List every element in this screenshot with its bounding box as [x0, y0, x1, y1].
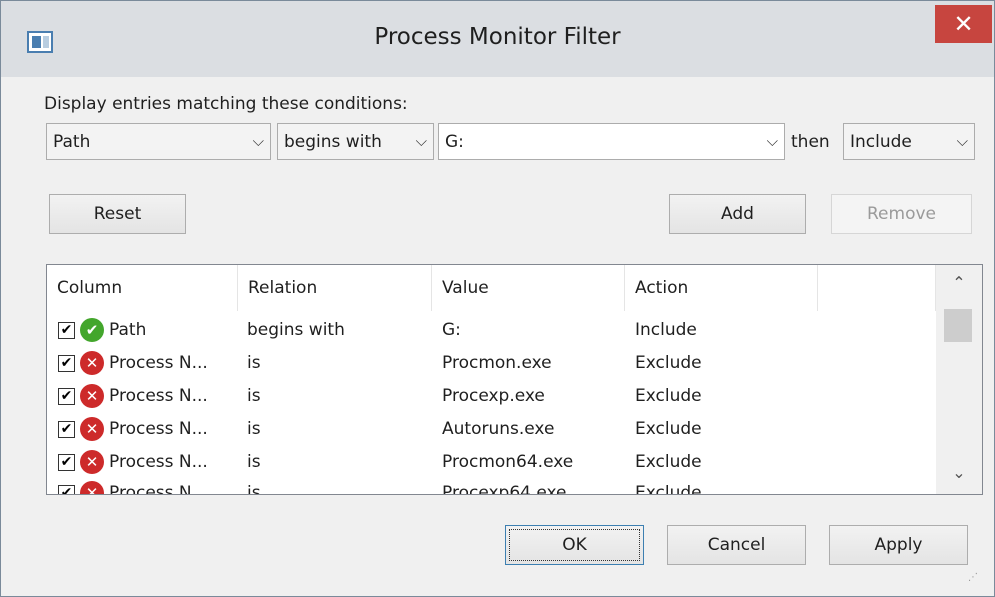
row-column: Process N...: [109, 452, 208, 472]
column-dropdown-value: Path: [53, 132, 91, 152]
row-value: Procexp.exe: [442, 386, 545, 406]
row-value: Procmon64.exe: [442, 452, 574, 472]
chevron-down-icon: ⌵: [415, 132, 427, 150]
window-title: Process Monitor Filter: [374, 24, 621, 50]
row-column: Process N...: [109, 419, 208, 439]
chevron-down-icon: ⌵: [252, 132, 264, 150]
column-header-column[interactable]: Column: [47, 265, 238, 311]
row-relation: is: [247, 419, 261, 439]
list-item[interactable]: ✔ ✕ Process N... is Autoruns.exe Exclude: [47, 414, 937, 447]
filter-list[interactable]: Column Relation Value Action ✔ ✔ Path be…: [46, 264, 983, 495]
scroll-down-icon[interactable]: ⌄: [936, 463, 982, 482]
title-bar[interactable]: Process Monitor Filter ✕: [1, 1, 994, 77]
column-dropdown[interactable]: Path ⌵: [46, 123, 271, 160]
row-action: Exclude: [635, 483, 702, 495]
value-combobox-text: G:: [445, 132, 464, 152]
scrollbar-thumb[interactable]: [944, 309, 972, 342]
relation-dropdown[interactable]: begins with ⌵: [277, 123, 434, 160]
focus-rectangle: [509, 529, 640, 561]
exclude-status-icon: ✕: [80, 481, 104, 494]
process-monitor-filter-dialog: Process Monitor Filter ✕ Display entries…: [0, 0, 995, 597]
then-label: then: [791, 132, 830, 152]
action-dropdown[interactable]: Include ⌵: [843, 123, 975, 160]
row-relation: is: [247, 452, 261, 472]
list-item[interactable]: ✔ ✔ Path begins with G: Include: [47, 315, 937, 348]
cancel-button[interactable]: Cancel: [667, 525, 806, 565]
row-column: Process N...: [109, 386, 208, 406]
ok-button[interactable]: OK: [505, 525, 644, 565]
column-header-relation[interactable]: Relation: [238, 265, 432, 311]
list-item[interactable]: ✔ ✕ Process N... is Procexp.exe Exclude: [47, 381, 937, 414]
row-value: Procmon.exe: [442, 353, 552, 373]
value-combobox[interactable]: G: ⌵: [438, 123, 785, 160]
checkbox-icon[interactable]: ✔: [58, 322, 75, 339]
checkbox-icon[interactable]: ✔: [58, 355, 75, 372]
apply-button[interactable]: Apply: [829, 525, 968, 565]
exclude-status-icon: ✕: [80, 450, 104, 474]
row-value: Procexp64.exe: [442, 483, 567, 495]
close-button[interactable]: ✕: [935, 5, 992, 43]
relation-dropdown-value: begins with: [284, 132, 382, 152]
row-column: Path: [109, 320, 147, 340]
resize-grip-icon[interactable]: ⋰: [968, 572, 982, 586]
row-value: Autoruns.exe: [442, 419, 555, 439]
reset-button[interactable]: Reset: [49, 194, 186, 234]
list-item[interactable]: ✔ ✕ Process N... is Procmon.exe Exclude: [47, 348, 937, 381]
checkbox-icon[interactable]: ✔: [58, 421, 75, 438]
row-relation: is: [247, 353, 261, 373]
row-column: Process N: [109, 483, 192, 495]
column-header-action[interactable]: Action: [625, 265, 818, 311]
row-relation: is: [247, 483, 261, 495]
checkbox-icon[interactable]: ✔: [58, 388, 75, 405]
remove-button[interactable]: Remove: [831, 194, 972, 234]
scroll-up-icon[interactable]: ⌃: [936, 273, 982, 292]
exclude-status-icon: ✕: [80, 351, 104, 375]
chevron-down-icon: ⌵: [956, 132, 968, 150]
row-action: Include: [635, 320, 697, 340]
checkbox-icon[interactable]: ✔: [58, 485, 75, 494]
dialog-body: Display entries matching these condition…: [9, 77, 986, 590]
row-action: Exclude: [635, 353, 702, 373]
list-item[interactable]: ✔ ✕ Process N is Procexp64.exe Exclude: [47, 478, 937, 495]
row-value: G:: [442, 320, 461, 340]
column-header-empty: [818, 265, 936, 311]
row-action: Exclude: [635, 452, 702, 472]
chevron-down-icon: ⌵: [766, 132, 778, 150]
row-column: Process N...: [109, 353, 208, 373]
conditions-prompt-label: Display entries matching these condition…: [44, 94, 408, 114]
add-button[interactable]: Add: [669, 194, 806, 234]
column-header-value[interactable]: Value: [432, 265, 625, 311]
include-status-icon: ✔: [80, 318, 104, 342]
action-dropdown-value: Include: [850, 132, 912, 152]
exclude-status-icon: ✕: [80, 417, 104, 441]
list-item[interactable]: ✔ ✕ Process N... is Procmon64.exe Exclud…: [47, 447, 937, 480]
checkbox-icon[interactable]: ✔: [58, 454, 75, 471]
row-action: Exclude: [635, 386, 702, 406]
row-relation: is: [247, 386, 261, 406]
vertical-scrollbar[interactable]: ⌃ ⌄: [936, 265, 982, 494]
row-relation: begins with: [247, 320, 345, 340]
row-action: Exclude: [635, 419, 702, 439]
exclude-status-icon: ✕: [80, 384, 104, 408]
